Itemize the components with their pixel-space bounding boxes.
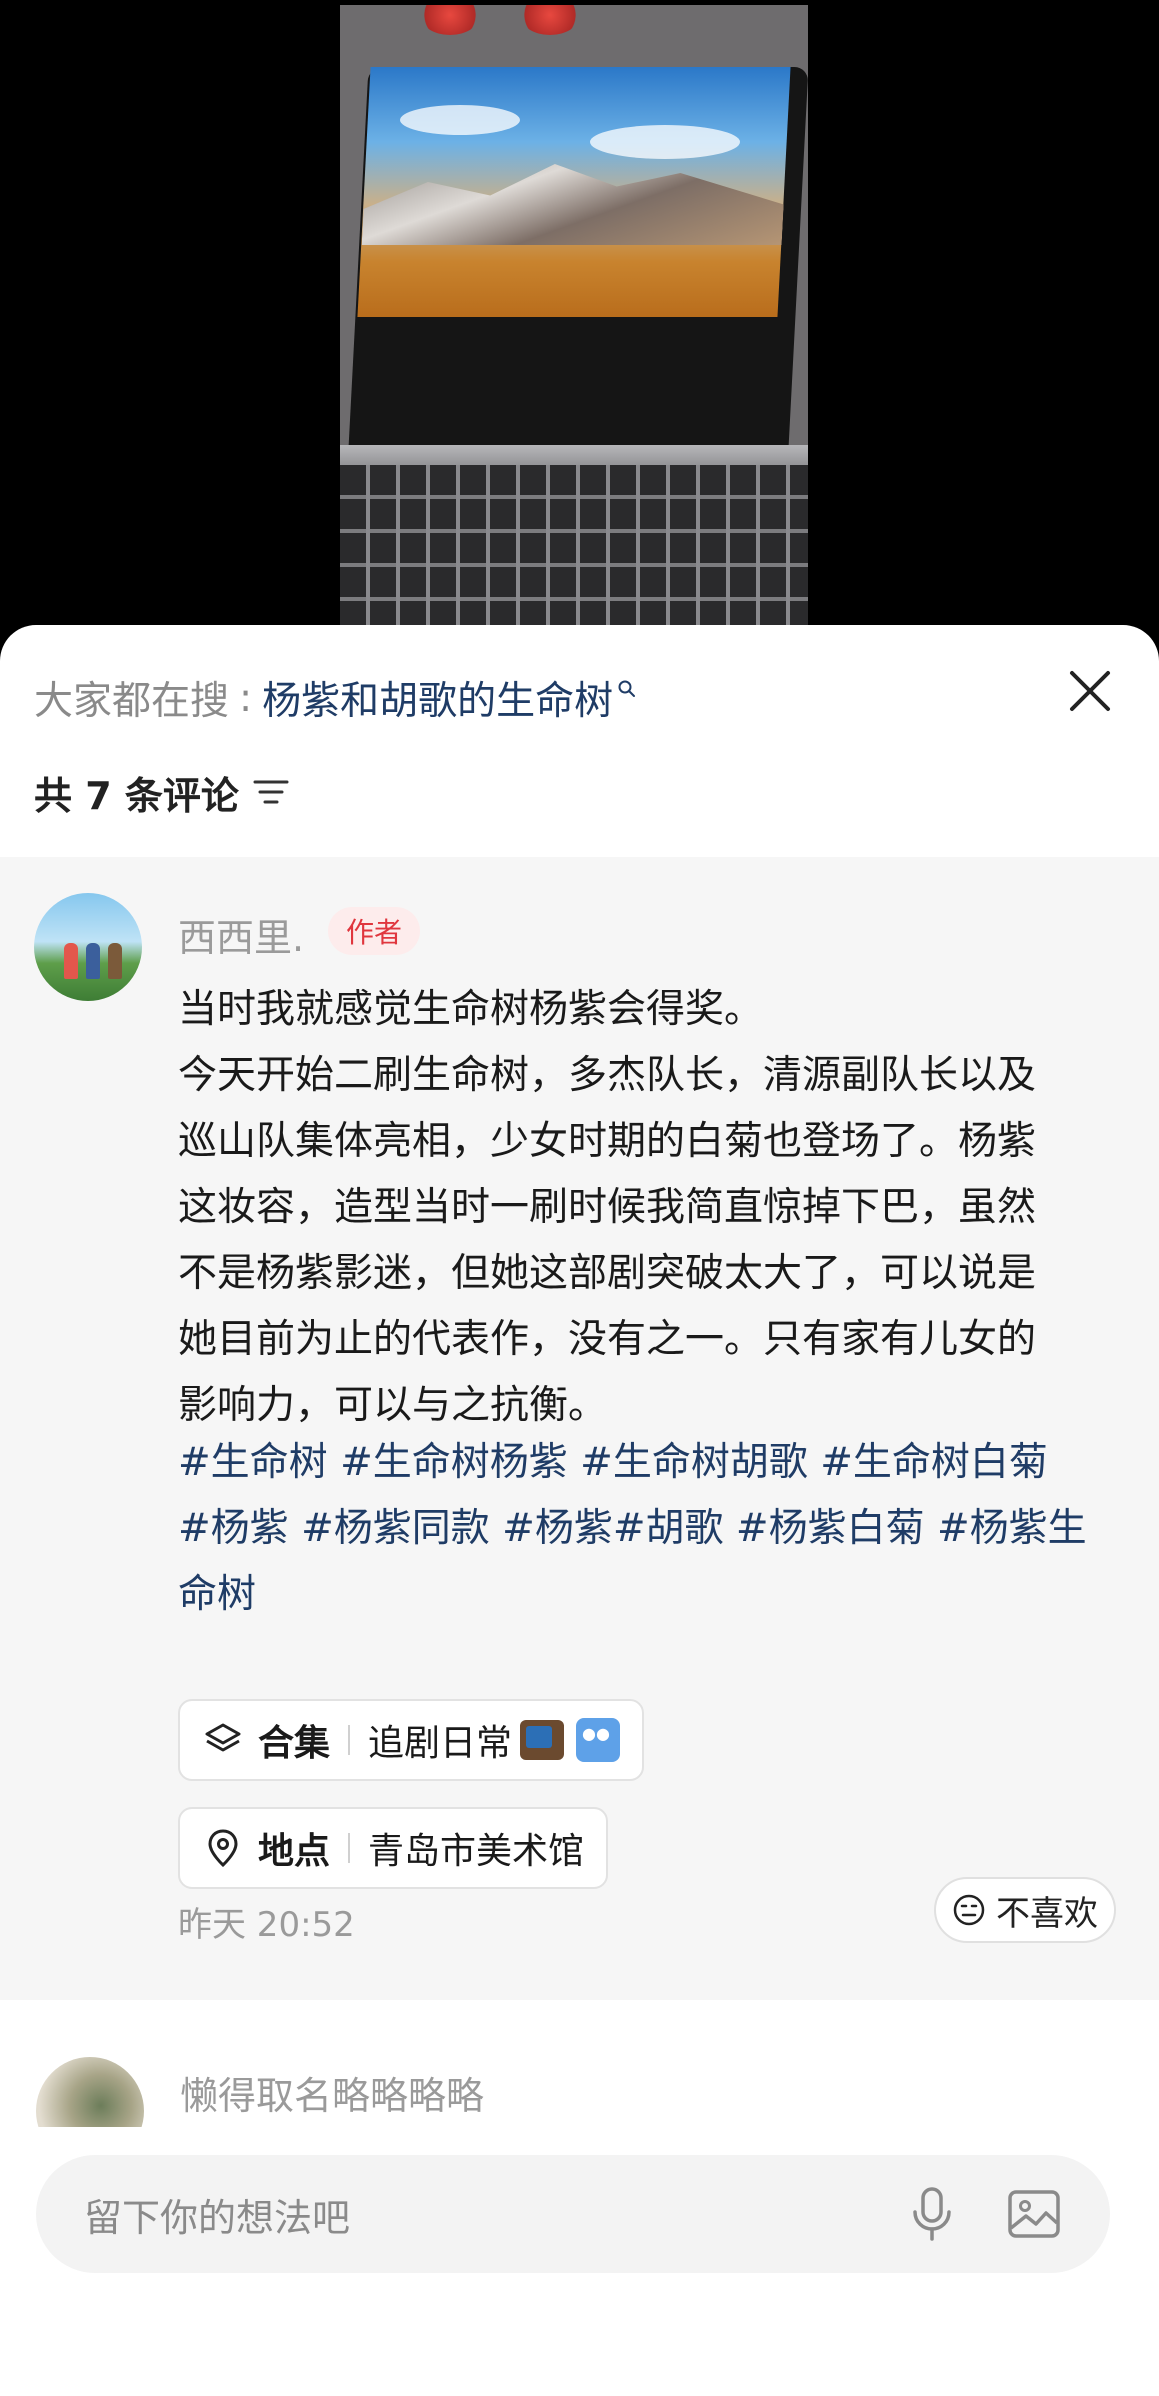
hot-search[interactable]: 大家都在搜 : 杨紫和胡歌的生命树 — [34, 670, 637, 726]
hot-search-colon: : — [239, 675, 253, 721]
commenter-name[interactable]: 懒得取名略略略略 — [180, 2065, 484, 2120]
avatar-figure — [86, 943, 100, 979]
hashtag-line[interactable]: #杨紫 #杨紫同款 #杨紫#胡歌 #杨紫白菊 #杨紫生 — [178, 1496, 1118, 1562]
comment-text: 当时我就感觉生命树杨紫会得奖。 今天开始二刷生命树，多杰队长，清源副队长以及 巡… — [178, 977, 1118, 1439]
location-pin-icon — [208, 1829, 238, 1868]
hashtag-line[interactable]: #生命树 #生命树杨紫 #生命树胡歌 #生命树白菊 — [178, 1430, 1118, 1496]
flower-decoration — [520, 5, 580, 35]
dislike-label: 不喜欢 — [996, 1893, 1098, 1934]
hot-search-prefix: 大家都在搜 — [34, 679, 230, 724]
hashtag-line[interactable]: 命树 — [178, 1562, 1118, 1628]
collection-chip[interactable]: 合集 追剧日常 — [178, 1699, 645, 1781]
avatar-figure — [108, 943, 122, 979]
location-label: 地点 — [258, 1831, 331, 1872]
comment-line: 不是杨紫影迷，但她这部剧突破太大了，可以说是 — [178, 1251, 1037, 1296]
comment-item[interactable]: 西西里. 作者 当时我就感觉生命树杨紫会得奖。 今天开始二刷生命树，多杰队长，清… — [0, 857, 1159, 2000]
television-emoji-icon — [520, 1720, 565, 1760]
comment-line: 这妆容，造型当时一刷时候我简直惊掉下巴，虽然 — [178, 1185, 1037, 1230]
image-icon — [1008, 2190, 1060, 2238]
commenter-name[interactable]: 西西里. — [178, 907, 304, 962]
microphone-icon — [913, 2187, 951, 2241]
comment-sheet: 大家都在搜 : 杨紫和胡歌的生命树 共 7 条评论 西西里. 作者 当时我就感觉… — [0, 625, 1159, 2396]
hashtags[interactable]: #生命树 #生命树杨紫 #生命树胡歌 #生命树白菊 #杨紫 #杨紫同款 #杨紫#… — [178, 1430, 1118, 1628]
cloud-shape — [590, 125, 740, 159]
movie-camera-emoji-icon — [576, 1718, 621, 1762]
author-badge: 作者 — [328, 907, 421, 955]
hot-search-term[interactable]: 杨紫和胡歌的生命树 — [262, 670, 613, 726]
close-icon — [1070, 671, 1110, 711]
sort-filter-icon[interactable] — [253, 777, 289, 807]
location-value: 青岛市美术馆 — [368, 1831, 585, 1872]
comment-count-header[interactable]: 共 7 条评论 — [34, 767, 289, 818]
avatar-figure — [64, 943, 78, 979]
collection-label: 合集 — [258, 1723, 331, 1764]
comment-line: 今天开始二刷生命树，多杰队长，清源副队长以及 — [178, 1053, 1037, 1098]
comment-line: 她目前为止的代表作，没有之一。只有家有儿女的 — [178, 1317, 1037, 1362]
cloud-shape — [400, 105, 520, 135]
image-upload-button[interactable] — [1006, 2186, 1062, 2242]
comment-line: 巡山队集体亮相，少女时期的白菊也登场了。杨紫 — [178, 1119, 1037, 1164]
video-background[interactable] — [0, 0, 1159, 640]
comment-timestamp: 昨天 20:52 — [178, 1905, 355, 1945]
close-button[interactable] — [1064, 665, 1116, 717]
collection-value: 追剧日常 — [368, 1723, 513, 1764]
keyboard-rows — [340, 465, 808, 635]
dislike-face-icon — [953, 1894, 985, 1926]
flower-decoration — [420, 5, 480, 35]
comment-input-placeholder[interactable]: 留下你的想法吧 — [84, 2187, 904, 2242]
voice-input-button[interactable] — [904, 2186, 960, 2242]
chip-divider — [348, 1833, 351, 1863]
search-icon — [618, 680, 636, 697]
location-chip[interactable]: 地点 青岛市美术馆 — [178, 1807, 609, 1889]
comment-input[interactable]: 留下你的想法吧 — [36, 2155, 1110, 2273]
comment-count-label: 共 7 条评论 — [34, 773, 239, 818]
comment-line: 当时我就感觉生命树杨紫会得奖。 — [178, 987, 764, 1032]
dislike-button[interactable]: 不喜欢 — [934, 1877, 1116, 1943]
video-thumbnail[interactable] — [340, 5, 808, 635]
layers-icon — [205, 1723, 241, 1752]
chip-divider — [348, 1725, 351, 1755]
avatar[interactable] — [34, 893, 142, 1001]
